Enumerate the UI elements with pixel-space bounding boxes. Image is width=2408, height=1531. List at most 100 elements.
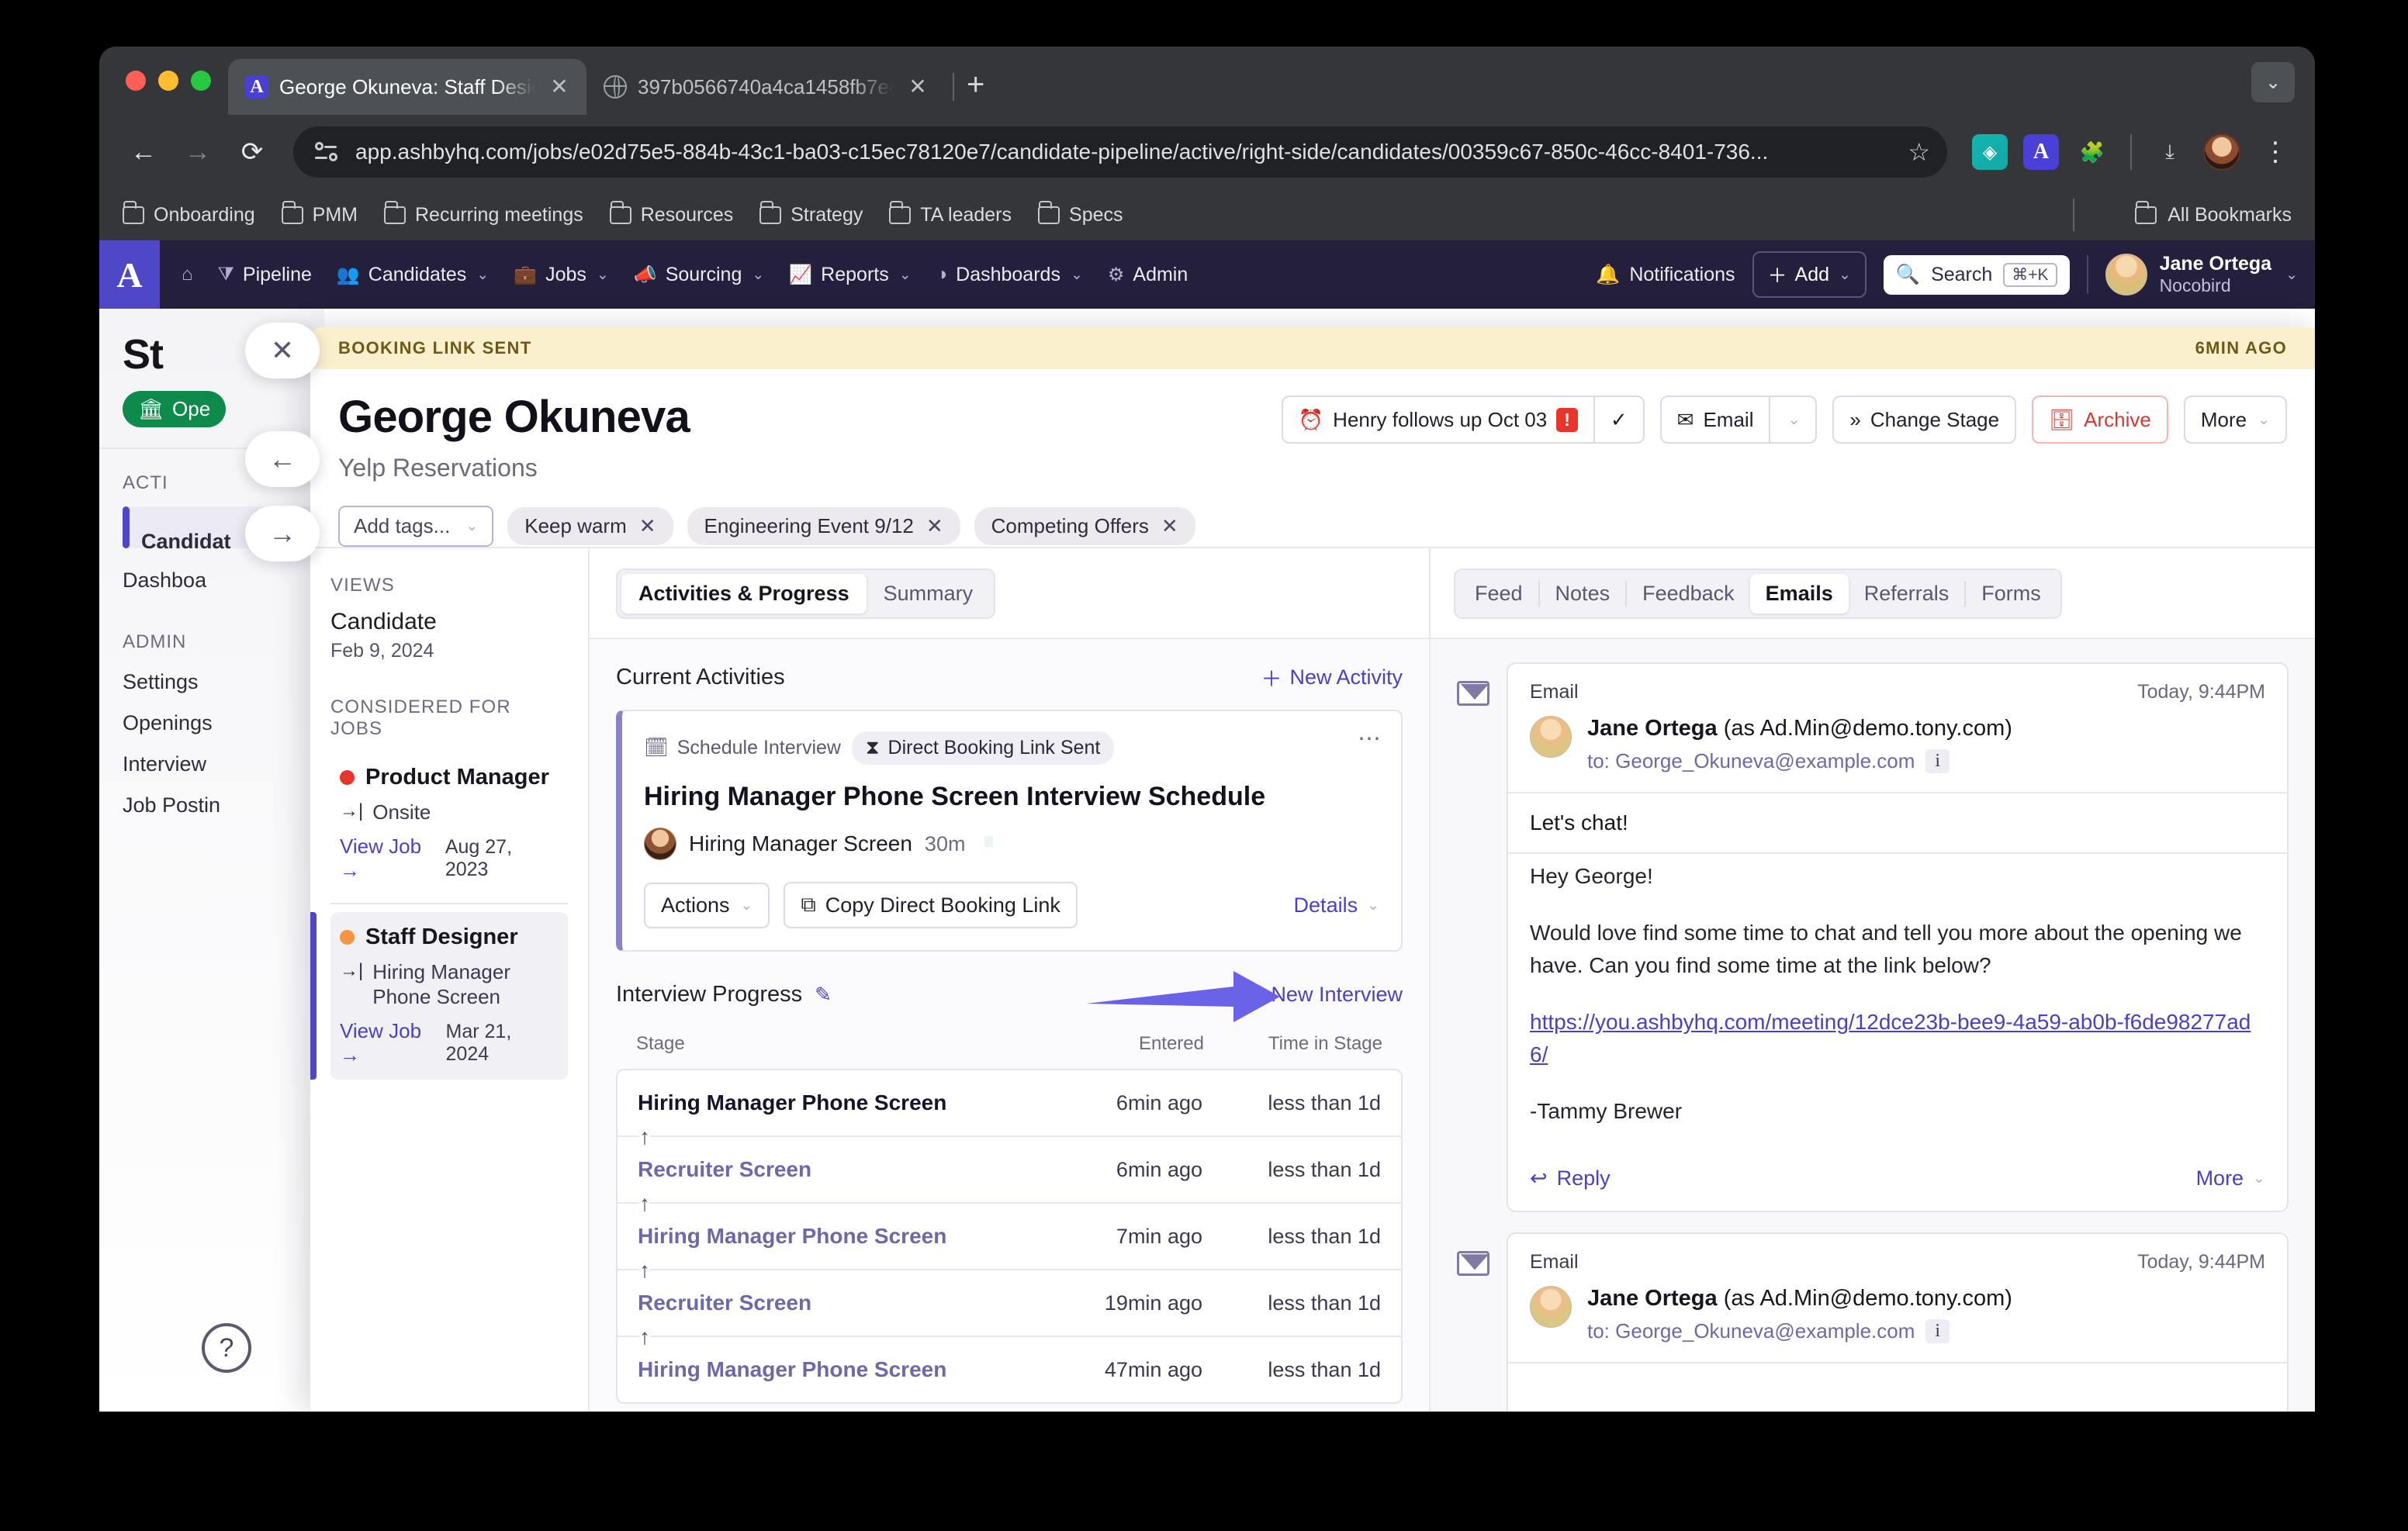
chrome-menu-kebab-icon[interactable]: ⋮ <box>2256 146 2295 159</box>
remove-tag-icon[interactable]: ✕ <box>639 514 656 538</box>
email-dropdown-button[interactable]: ⌄ <box>1770 397 1815 442</box>
tab-list-chevron-down-icon[interactable]: ⌄ <box>2251 62 2295 102</box>
user-menu[interactable]: Jane Ortega Nocobird ⌄ <box>2105 253 2298 295</box>
details-toggle[interactable]: Details ⌄ <box>1294 893 1379 918</box>
close-panel-button[interactable]: ✕ <box>245 323 320 378</box>
extensions-puzzle-icon[interactable]: 🧩 <box>2074 134 2110 170</box>
background-link-openings[interactable]: Openings <box>123 711 324 735</box>
site-settings-icon[interactable] <box>313 139 340 165</box>
background-link-dashboards[interactable]: Dashboa <box>123 569 324 593</box>
background-link-job-postings[interactable]: Job Postin <box>123 793 324 817</box>
email-button-group[interactable]: ✉ Email ⌄ <box>1660 396 1818 444</box>
email-button[interactable]: ✉ Email <box>1662 397 1770 442</box>
downloads-icon[interactable]: ⤓ <box>2152 134 2188 170</box>
nav-candidates[interactable]: 👥 Candidates ⌄ <box>326 256 500 294</box>
bookmark-item-4[interactable]: Strategy <box>759 204 863 226</box>
edit-pencil-icon[interactable]: ✎ <box>815 983 832 1007</box>
reply-button[interactable]: ↩ Reply <box>1530 1166 1611 1191</box>
table-row[interactable]: Recruiter Screen 6min ago less than 1d ↑ <box>618 1137 1401 1204</box>
chrome-profile-avatar[interactable] <box>2203 133 2240 171</box>
table-row[interactable]: Hiring Manager Phone Screen 47min ago le… <box>618 1337 1401 1402</box>
tag-competing-offers[interactable]: Competing Offers ✕ <box>974 507 1195 545</box>
close-tab-1-icon[interactable]: ✕ <box>905 76 931 98</box>
tag-keep-warm[interactable]: Keep warm ✕ <box>507 507 673 545</box>
remove-tag-icon[interactable]: ✕ <box>1161 514 1178 538</box>
notifications-button[interactable]: 🔔 Notifications <box>1596 264 1735 286</box>
copy-direct-booking-link-button[interactable]: ⧉ Copy Direct Booking Link <box>784 882 1077 928</box>
address-bar[interactable]: app.ashbyhq.com/jobs/e02d75e5-884b-43c1-… <box>293 126 1947 178</box>
ashby-logo-icon[interactable]: A <box>99 240 160 309</box>
browser-tab-0[interactable]: A George Okuneva: Staff Design ✕ <box>228 59 586 115</box>
tab-referrals[interactable]: Referrals <box>1849 574 1965 613</box>
table-row[interactable]: Hiring Manager Phone Screen 7min ago les… <box>618 1204 1401 1270</box>
table-row[interactable]: Recruiter Screen 19min ago less than 1d … <box>618 1270 1401 1337</box>
tab-summary[interactable]: Summary <box>867 574 991 613</box>
bookmark-item-0[interactable]: Onboarding <box>123 204 255 226</box>
modal-header: George Okuneva Yelp Reservations Add tag… <box>310 369 2315 547</box>
background-link-candidates[interactable]: Candidat <box>141 530 231 554</box>
info-icon[interactable]: i <box>1925 749 1950 773</box>
add-tags-dropdown[interactable]: Add tags... ⌄ <box>338 506 493 547</box>
email-more-button[interactable]: More ⌄ <box>2196 1166 2265 1191</box>
view-job-link[interactable]: View Job → <box>340 1019 446 1067</box>
maximize-window-button[interactable] <box>191 71 211 91</box>
bookmark-item-6[interactable]: Specs <box>1038 204 1123 226</box>
window-traffic-lights[interactable] <box>118 47 228 115</box>
loom-extension-icon[interactable]: ◈ <box>1972 134 2008 170</box>
back-button-icon[interactable]: ← <box>119 128 168 176</box>
tab-forms[interactable]: Forms <box>1966 574 2057 613</box>
change-stage-button[interactable]: » Change Stage <box>1832 396 2016 444</box>
job-entry-product-manager[interactable]: Product Manager →| Onsite View Job → Aug… <box>330 752 568 895</box>
bookmark-item-3[interactable]: Resources <box>610 204 734 226</box>
tab-feedback[interactable]: Feedback <box>1627 574 1750 613</box>
new-activity-button[interactable]: ＋ New Activity <box>1261 662 1403 693</box>
bookmark-item-2[interactable]: Recurring meetings <box>384 204 583 226</box>
job-entry-staff-designer[interactable]: Staff Designer →| Hiring Manager Phone S… <box>330 912 568 1080</box>
browser-tab-1[interactable]: 397b0566740a4ca1458fb7e4 ✕ <box>586 59 945 115</box>
tab-feed[interactable]: Feed <box>1459 574 1538 613</box>
actions-dropdown-button[interactable]: Actions ⌄ <box>644 883 770 928</box>
close-tab-0-icon[interactable]: ✕ <box>546 76 573 98</box>
archive-button[interactable]: 🗄 Archive <box>2032 396 2168 444</box>
previous-candidate-button[interactable]: ← <box>245 431 320 487</box>
view-job-link[interactable]: View Job → <box>340 835 445 883</box>
tab-notes[interactable]: Notes <box>1540 574 1626 613</box>
nav-jobs[interactable]: 💼 Jobs ⌄ <box>503 256 620 294</box>
reload-button-icon[interactable]: ⟳ <box>228 128 276 176</box>
forward-button-icon[interactable]: → <box>174 128 222 176</box>
followup-button[interactable]: ⏰ Henry follows up Oct 03 ! <box>1283 397 1593 442</box>
tab-activities-progress[interactable]: Activities & Progress <box>621 574 867 613</box>
followup-complete-button[interactable]: ✓ <box>1595 397 1643 442</box>
bookmark-item-5[interactable]: TA leaders <box>889 204 1012 226</box>
nav-sourcing[interactable]: 📣 Sourcing ⌄ <box>623 256 775 294</box>
minimize-window-button[interactable] <box>158 71 178 91</box>
bookmark-item-1[interactable]: PMM <box>282 204 358 226</box>
info-icon[interactable]: i <box>1925 1319 1950 1343</box>
activity-more-icon[interactable]: ⋯ <box>1358 734 1381 744</box>
nav-dashboards[interactable]: ◑ Dashboards ⌄ <box>925 256 1094 294</box>
bookmark-star-icon[interactable]: ☆ <box>1908 137 1930 167</box>
tag-engineering-event[interactable]: Engineering Event 9/12 ✕ <box>687 507 960 545</box>
new-interview-button[interactable]: ＋ New Interview <box>1242 980 1403 1010</box>
nav-home[interactable]: ⌂ <box>171 256 204 293</box>
background-link-interview[interactable]: Interview <box>123 752 324 776</box>
table-row[interactable]: Hiring Manager Phone Screen 6min ago les… <box>618 1070 1401 1137</box>
close-window-button[interactable] <box>126 71 146 91</box>
search-button[interactable]: 🔍 Search ⌘+K <box>1884 255 2070 295</box>
tab-emails[interactable]: Emails <box>1750 574 1849 613</box>
nav-admin[interactable]: ⚙ Admin <box>1097 256 1199 294</box>
nav-pipeline[interactable]: ⧩ Pipeline <box>207 256 323 294</box>
more-button[interactable]: More ⌄ <box>2184 396 2287 444</box>
followup-button-group[interactable]: ⏰ Henry follows up Oct 03 ! ✓ <box>1282 396 1645 444</box>
ashby-extension-icon[interactable]: A <box>2023 134 2059 170</box>
remove-tag-icon[interactable]: ✕ <box>926 514 943 538</box>
help-button[interactable]: ? <box>202 1323 251 1373</box>
nav-reports[interactable]: 📈 Reports ⌄ <box>778 256 922 294</box>
background-link-settings[interactable]: Settings <box>123 670 324 694</box>
add-button[interactable]: ＋ Add ⌄ <box>1752 251 1867 298</box>
next-candidate-button[interactable]: → <box>245 506 320 562</box>
view-candidate[interactable]: Candidate <box>330 609 568 635</box>
all-bookmarks-button[interactable]: All Bookmarks <box>2135 204 2292 226</box>
new-tab-button[interactable]: + <box>962 67 998 115</box>
email-meeting-link[interactable]: https://you.ashbyhq.com/meeting/12dce23b… <box>1530 1010 2251 1067</box>
